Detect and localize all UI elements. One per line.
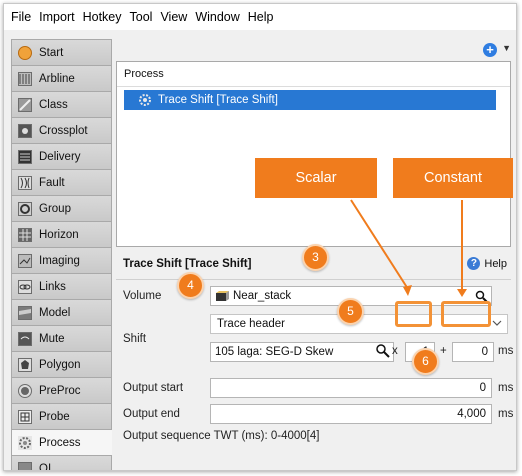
callout-scalar: Scalar [255, 158, 377, 198]
step-badge-4: 4 [177, 272, 204, 299]
scalar-highlight [395, 301, 432, 327]
constant-highlight [441, 301, 491, 327]
app-window: File Import Hotkey Tool View Window Help… [3, 3, 517, 471]
step-badge-6: 6 [412, 348, 439, 375]
step-badge-3: 3 [302, 244, 329, 271]
step-badge-5: 5 [337, 298, 364, 325]
callout-arrows [350, 199, 467, 297]
callout-constant: Constant [393, 158, 513, 198]
